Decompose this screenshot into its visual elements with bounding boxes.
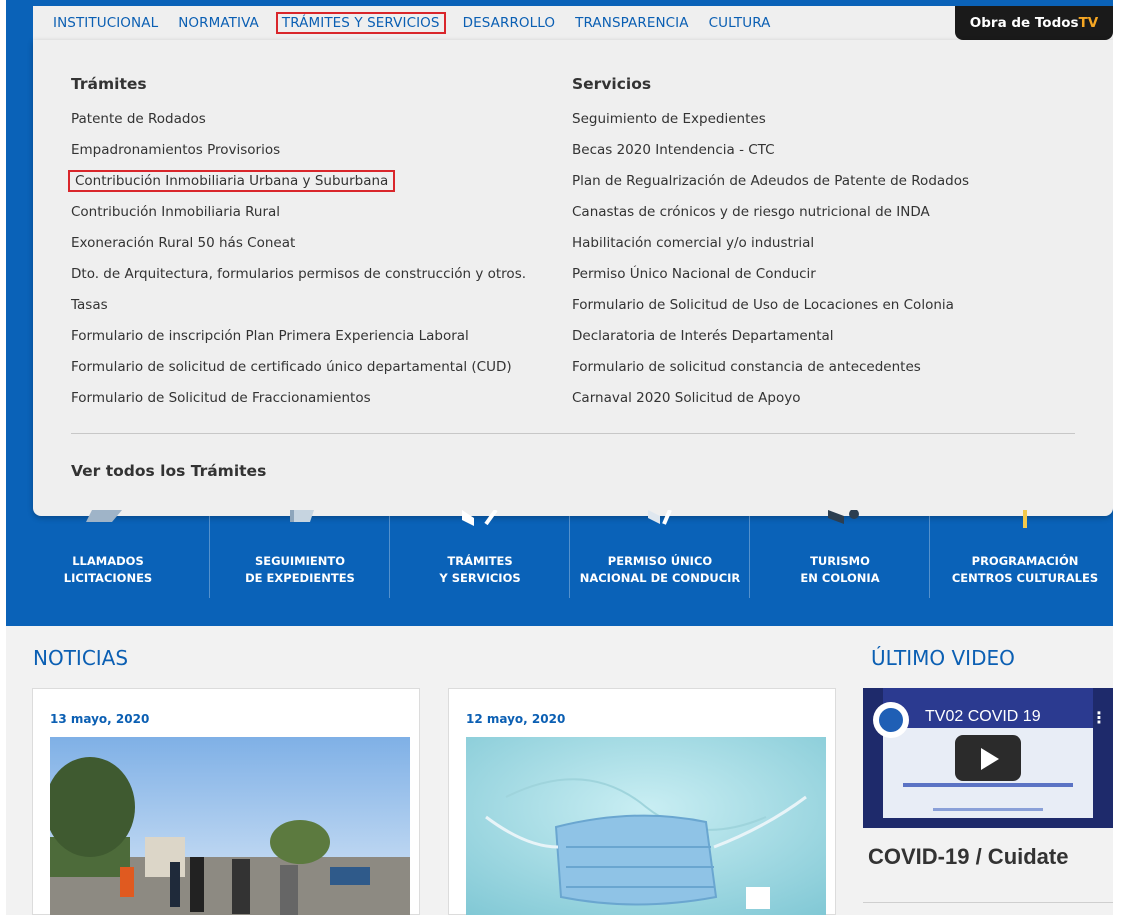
tramite-link[interactable]: Formulario de solicitud de certificado ú… — [71, 359, 551, 390]
nav-desarrollo[interactable]: DESARROLLO — [463, 15, 556, 31]
video-divider — [863, 902, 1113, 903]
nav-cultura[interactable]: CULTURA — [709, 15, 771, 31]
news-card[interactable]: 13 mayo, 2020 — [32, 688, 420, 915]
servicio-link[interactable]: Carnaval 2020 Solicitud de Apoyo — [572, 390, 1092, 421]
tramites-mega-menu: Trámites Patente de Rodados Empadronamie… — [33, 40, 1113, 516]
tramite-link[interactable]: Tasas — [71, 297, 551, 328]
tv-button-suffix: TV — [1078, 15, 1099, 31]
servicio-link[interactable]: Formulario de Solicitud de Uso de Locaci… — [572, 297, 1092, 328]
nav-institucional[interactable]: INSTITUCIONAL — [53, 15, 158, 31]
see-all-tramites-link[interactable]: Ver todos los Trámites — [71, 462, 266, 480]
news-heading: NOTICIAS — [33, 646, 129, 670]
news-date: 12 mayo, 2020 — [466, 712, 566, 726]
tramite-link[interactable]: Formulario de inscripción Plan Primera E… — [71, 328, 551, 359]
servicio-link[interactable]: Habilitación comercial y/o industrial — [572, 235, 1092, 266]
culture-icon — [1023, 510, 1027, 528]
obra-de-todos-tv-button[interactable]: Obra de Todos TV — [955, 6, 1113, 40]
nav-normativa[interactable]: NORMATIVA — [178, 15, 259, 31]
tramite-link[interactable]: Exoneración Rural 50 hás Coneat — [71, 235, 551, 266]
tramite-link[interactable]: Dto. de Arquitectura, formularios permis… — [71, 266, 551, 297]
tramite-link-contribucion-urbana[interactable]: Contribución Inmobiliaria Urbana y Subur… — [67, 170, 551, 204]
main-nav: INSTITUCIONAL NORMATIVA TRÁMITES Y SERVI… — [33, 6, 1113, 40]
kebab-menu-icon[interactable]: ⋮ — [1091, 708, 1107, 727]
video-embed-title: TV02 COVID 19 — [925, 708, 1041, 725]
quick-links-row: LLAMADOS LICITACIONES SEGUIMIENTO DE EXPED… — [6, 510, 1131, 626]
quick-link-tramites[interactable]: TRÁMITES Y SERVICIOS — [390, 510, 570, 606]
servicio-link[interactable]: Permiso Único Nacional de Conducir — [572, 266, 1092, 297]
servicio-link[interactable]: Declaratoria de Interés Departamental — [572, 328, 1092, 359]
license-icon — [648, 510, 672, 525]
tramites-column: Trámites Patente de Rodados Empadronamie… — [67, 75, 551, 421]
keyboard-icon — [86, 510, 122, 522]
tramite-link[interactable]: Formulario de Solicitud de Fraccionamien… — [71, 390, 551, 421]
quick-link-turismo[interactable]: TURISMO EN COLONIA — [750, 510, 930, 606]
quick-link-seguimiento[interactable]: SEGUIMIENTO DE EXPEDIENTES — [210, 510, 390, 606]
tv-button-label: Obra de Todos — [969, 15, 1079, 31]
news-photo[interactable] — [50, 737, 410, 915]
menu-divider — [71, 433, 1075, 434]
servicio-link[interactable]: Canastas de crónicos y de riesgo nutrici… — [572, 204, 1092, 235]
news-photo-mask[interactable] — [466, 737, 826, 915]
quick-link-programacion[interactable]: PROGRAMACIÓN CENTROS CULTURALES — [930, 510, 1120, 606]
document-icon — [290, 510, 314, 522]
tramite-link[interactable]: Contribución Inmobiliaria Rural — [71, 204, 551, 235]
page-edge — [1113, 0, 1131, 915]
video-embed[interactable]: TV02 COVID 19 ⋮ — [863, 688, 1113, 828]
servicio-link[interactable]: Seguimiento de Expedientes — [572, 111, 1092, 142]
folder-icon — [462, 510, 498, 526]
servicio-link[interactable]: Formulario de solicitud constancia de an… — [572, 359, 1092, 390]
video-caption[interactable]: COVID-19 / Cuidate — [868, 844, 1068, 870]
tramite-link[interactable]: Patente de Rodados — [71, 111, 551, 142]
latest-video-heading: ÚLTIMO VIDEO — [871, 646, 1015, 670]
nav-transparencia[interactable]: TRANSPARENCIA — [575, 15, 688, 31]
nav-tramites-servicios[interactable]: TRÁMITES Y SERVICIOS — [275, 12, 446, 34]
news-card[interactable]: 12 mayo, 2020 — [448, 688, 836, 915]
servicio-link[interactable]: Plan de Regualrización de Adeudos de Pat… — [572, 173, 1092, 204]
news-date: 13 mayo, 2020 — [50, 712, 150, 726]
tramite-link[interactable]: Empadronamientos Provisorios — [71, 142, 551, 173]
tramites-heading: Trámites — [71, 75, 147, 93]
quick-link-llamados[interactable]: LLAMADOS LICITACIONES — [6, 510, 210, 606]
tourism-icon — [828, 510, 859, 524]
servicios-heading: Servicios — [572, 75, 652, 93]
servicios-column: Servicios Seguimiento de Expedientes Bec… — [572, 75, 1092, 421]
quick-link-permiso[interactable]: PERMISO ÚNICO NACIONAL DE CONDUCIR — [570, 510, 750, 606]
servicio-link[interactable]: Becas 2020 Intendencia - CTC — [572, 142, 1092, 173]
